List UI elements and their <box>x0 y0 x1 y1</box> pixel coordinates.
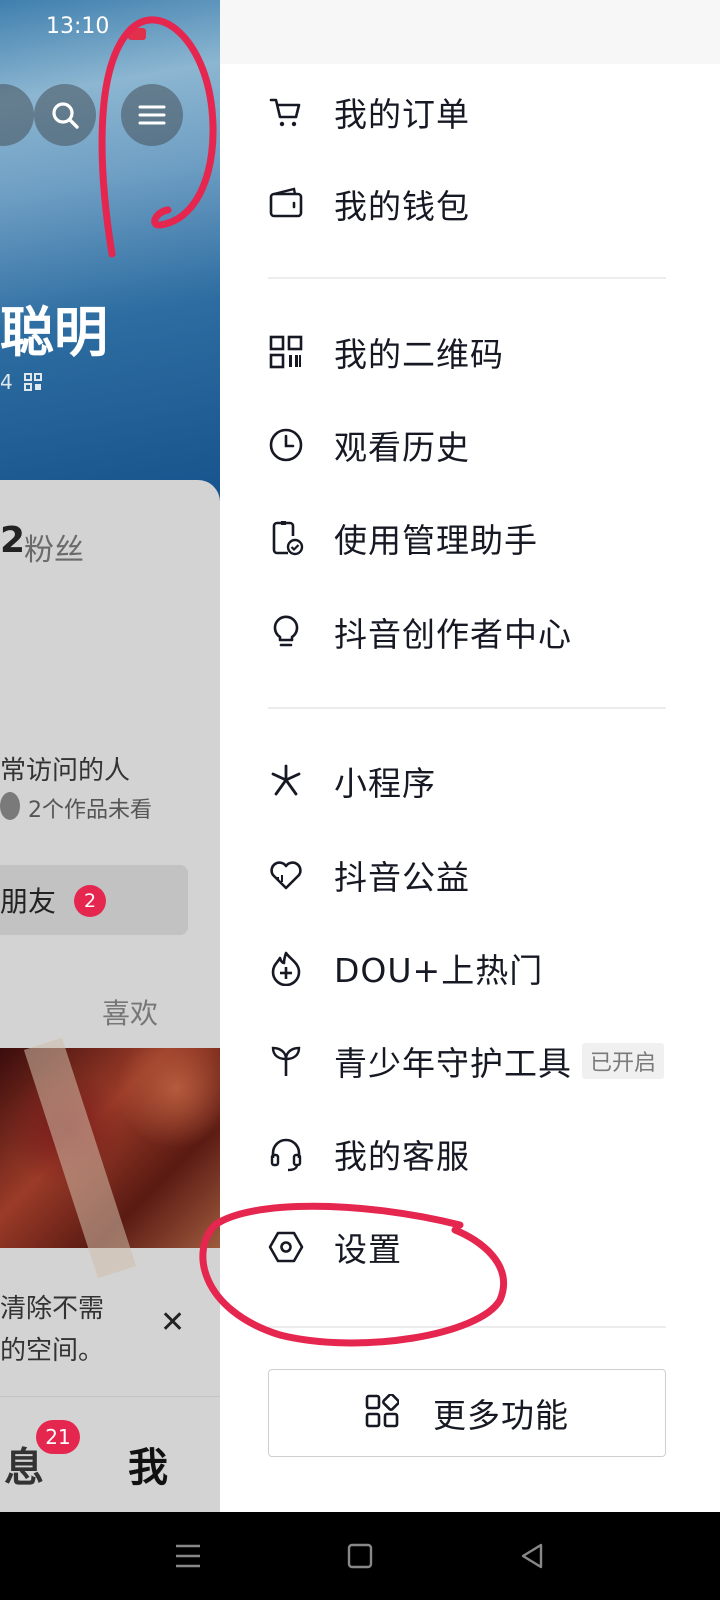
menu-item-label: 抖音公益 <box>334 858 470 897</box>
sprout-icon <box>268 1043 304 1079</box>
clock-icon <box>268 427 304 463</box>
bottom-tab-divider <box>0 1396 220 1397</box>
nav-home-button[interactable] <box>336 1532 384 1580</box>
profile-username: 聪明 <box>0 301 108 364</box>
hexagon-settings-icon <box>268 1229 304 1265</box>
menu-button[interactable] <box>121 84 183 146</box>
menu-item-charity[interactable]: 抖音公益 <box>268 843 470 907</box>
profile-header-background <box>0 0 220 520</box>
headset-icon <box>268 1136 304 1172</box>
menu-divider <box>268 1326 666 1328</box>
wallet-icon <box>268 186 304 222</box>
menu-item-history[interactable]: 观看历史 <box>268 413 470 477</box>
system-navigation-bar <box>0 1512 720 1600</box>
qrcode-icon <box>268 334 304 370</box>
nav-menu-button[interactable] <box>164 1532 212 1580</box>
menu-item-qrcode[interactable]: 我的二维码 <box>268 320 504 384</box>
menu-divider <box>268 277 666 279</box>
cart-icon <box>268 94 304 130</box>
background-profile-page: 13:10 聪明 4 2 粉丝 常访问的人 2个作品未看 朋友 2 喜欢 清除不… <box>0 0 220 1512</box>
qrcode-small-icon <box>24 373 43 391</box>
drawer-menu: 我的订单 我的钱包 我的二维码 观看历史 使用管理助手 抖音创作者中心 小程序 … <box>220 0 720 1512</box>
menu-item-orders[interactable]: 我的订单 <box>268 80 470 144</box>
menu-divider <box>268 707 666 709</box>
menu-item-dou-plus[interactable]: DOU+上热门 <box>268 936 543 1000</box>
add-friends-label: 朋友 <box>0 885 57 918</box>
menu-item-label: 小程序 <box>334 764 436 803</box>
friends-badge: 2 <box>74 885 106 917</box>
menu-item-usage-assistant[interactable]: 使用管理助手 <box>268 506 538 570</box>
grid-icon <box>365 1393 400 1432</box>
video-thumbnail[interactable] <box>0 1037 220 1279</box>
tab-me[interactable]: 我 <box>128 1435 168 1493</box>
recording-indicator-icon <box>128 28 146 40</box>
more-features-button[interactable]: 更多功能 <box>268 1369 666 1457</box>
home-square-icon <box>347 1543 373 1569</box>
recents-icon <box>176 1544 200 1568</box>
phone-check-icon <box>268 520 304 556</box>
notice-line-1: 清除不需 <box>0 1294 105 1324</box>
menu-item-label: 使用管理助手 <box>334 521 538 560</box>
menu-item-customer-service[interactable]: 我的客服 <box>268 1122 470 1186</box>
miniapp-icon <box>268 763 304 799</box>
notice-line-2: 的空间。 <box>0 1336 105 1366</box>
heart-icon <box>268 857 304 893</box>
menu-item-label: 设置 <box>334 1230 402 1269</box>
status-badge: 已开启 <box>582 1043 665 1079</box>
flame-plus-icon <box>268 950 304 986</box>
menu-item-label: 我的钱包 <box>334 187 470 226</box>
frequent-visitors-subtitle: 2个作品未看 <box>28 798 152 823</box>
tab-likes[interactable]: 喜欢 <box>102 992 158 1032</box>
bulb-icon <box>268 614 304 650</box>
nav-back-button[interactable] <box>508 1532 556 1580</box>
menu-item-label: 我的二维码 <box>334 335 504 374</box>
close-icon[interactable]: ✕ <box>160 1305 185 1340</box>
menu-item-wallet[interactable]: 我的钱包 <box>268 172 470 236</box>
messages-badge: 21 <box>36 1420 80 1454</box>
menu-item-mini-programs[interactable]: 小程序 <box>268 749 436 813</box>
menu-item-label: 抖音创作者中心 <box>334 615 572 654</box>
menu-item-label: 观看历史 <box>334 428 470 467</box>
hamburger-menu-icon <box>138 105 166 125</box>
menu-item-creator-center[interactable]: 抖音创作者中心 <box>268 600 572 664</box>
profile-id: 4 <box>0 370 43 394</box>
menu-item-label: 我的订单 <box>334 95 470 134</box>
menu-item-settings[interactable]: 设置 <box>268 1215 402 1279</box>
status-time: 13:10 <box>46 14 110 39</box>
search-icon <box>52 102 79 129</box>
menu-item-teen-protection[interactable]: 青少年守护工具 已开启 <box>268 1029 665 1093</box>
fans-count: 2 <box>0 520 26 561</box>
menu-item-label: 青少年守护工具 <box>334 1044 572 1083</box>
back-triangle-icon <box>521 1543 543 1569</box>
more-features-label: 更多功能 <box>433 1396 569 1435</box>
search-button[interactable] <box>34 84 96 146</box>
fans-label: 粉丝 <box>24 533 84 568</box>
avatar <box>0 792 20 820</box>
menu-item-label: DOU+上热门 <box>334 951 544 990</box>
frequent-visitors-title: 常访问的人 <box>0 756 131 786</box>
profile-id-text: 4 <box>0 370 13 394</box>
menu-item-label: 我的客服 <box>334 1137 470 1176</box>
